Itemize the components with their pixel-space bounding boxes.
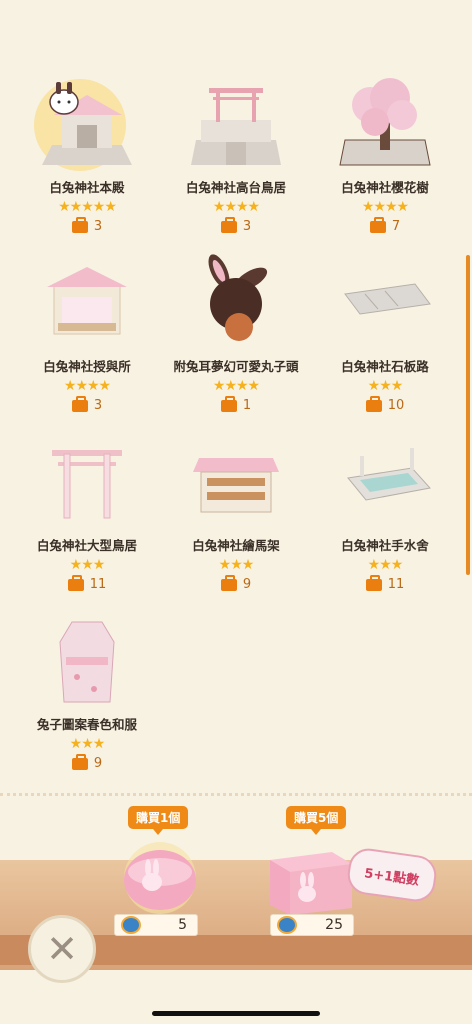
item-rarity-stars: ★★★ [69, 557, 106, 573]
item-card[interactable]: 白兔神社石板路 ★★★ 10 [310, 249, 460, 416]
item-count: 3 [93, 219, 103, 234]
item-count: 7 [391, 219, 401, 234]
item-name: 白兔神社本殿 [49, 180, 125, 195]
item-count: 1 [242, 398, 252, 413]
bunny-spring-kimono-image [32, 607, 142, 712]
home-indicator [152, 1011, 320, 1016]
bag-icon [71, 754, 88, 770]
shrine-cherry-tree-image [330, 70, 440, 175]
item-count: 3 [242, 219, 252, 234]
buy-one-tag: 購買1個 [128, 806, 189, 835]
item-name: 白兔神社授與所 [43, 359, 131, 374]
item-count: 9 [242, 577, 252, 592]
shrine-purification-fountain-image [330, 428, 440, 533]
shrine-main-hall-image [32, 70, 142, 175]
scrollbar[interactable] [466, 255, 470, 575]
close-button[interactable]: ✕ [28, 915, 96, 983]
shrine-ema-rack-image [181, 428, 291, 533]
single-capsule-button[interactable] [110, 830, 210, 915]
item-card[interactable]: 白兔神社大型鳥居 ★★★ 11 [12, 428, 162, 595]
divider [0, 793, 472, 796]
item-card[interactable]: 白兔神社高台鳥居 ★★★★ 3 [161, 70, 311, 237]
item-name: 白兔神社繪馬架 [192, 538, 280, 553]
item-card[interactable]: 兔子圖案春色和服 ★★★ 9 [12, 607, 162, 774]
item-rarity-stars: ★★★★ [212, 378, 260, 394]
shrine-high-torii-image [181, 70, 291, 175]
item-name: 白兔神社手水舍 [341, 538, 429, 553]
bag-icon [71, 217, 88, 233]
bag-icon [220, 396, 237, 412]
item-count: 11 [89, 577, 107, 592]
item-name: 白兔神社高台鳥居 [185, 180, 286, 195]
item-card[interactable]: 白兔神社繪馬架 ★★★ 9 [161, 428, 311, 595]
item-count: 10 [387, 398, 405, 413]
bag-icon [365, 575, 382, 591]
buy-five-price-value: 25 [325, 917, 343, 933]
item-rarity-stars: ★★★★ [63, 378, 111, 394]
item-rarity-stars: ★★★★ [212, 199, 260, 215]
shrine-large-torii-image [32, 428, 142, 533]
item-rarity-stars: ★★★★ [361, 199, 409, 215]
item-rarity-stars: ★★★ [367, 378, 404, 394]
bag-icon [365, 396, 382, 412]
bunny-ear-bun-hair-image [181, 249, 291, 354]
item-name: 附兔耳夢幻可愛丸子頭 [173, 359, 299, 374]
shrine-stone-path-image [330, 249, 440, 354]
buy-five-tag: 購買5個 [286, 806, 347, 835]
item-card[interactable]: 附兔耳夢幻可愛丸子頭 ★★★★ 1 [161, 249, 311, 416]
item-rarity-stars: ★★★ [218, 557, 255, 573]
bag-icon [71, 396, 88, 412]
item-name: 白兔神社石板路 [341, 359, 429, 374]
item-card[interactable]: 白兔神社授與所 ★★★★ 3 [12, 249, 162, 416]
coin-icon [121, 916, 141, 934]
item-rarity-stars: ★★★ [367, 557, 404, 573]
close-icon: ✕ [46, 927, 78, 971]
item-name: 兔子圖案春色和服 [36, 717, 137, 732]
shrine-amulet-shop-image [32, 249, 142, 354]
buy-one-price[interactable]: 5 [114, 914, 198, 936]
item-name: 白兔神社大型鳥居 [36, 538, 137, 553]
item-card[interactable]: 白兔神社本殿 ★★★★★ 3 [12, 70, 162, 237]
item-card[interactable]: 白兔神社手水舍 ★★★ 11 [310, 428, 460, 595]
bag-icon [67, 575, 84, 591]
bag-icon [220, 575, 237, 591]
item-count: 9 [93, 756, 103, 771]
item-count: 3 [93, 398, 103, 413]
coin-icon [277, 916, 297, 934]
item-count: 11 [387, 577, 405, 592]
buy-five-price[interactable]: 25 [270, 914, 354, 936]
bunny-capsule-icon [124, 842, 196, 914]
item-name: 白兔神社櫻花樹 [341, 180, 429, 195]
bag-icon [220, 217, 237, 233]
buy-one-price-value: 5 [178, 917, 187, 933]
bag-icon [369, 217, 386, 233]
item-rarity-stars: ★★★★★ [58, 199, 117, 215]
item-card[interactable]: 白兔神社櫻花樹 ★★★★ 7 [310, 70, 460, 237]
item-rarity-stars: ★★★ [69, 736, 106, 752]
